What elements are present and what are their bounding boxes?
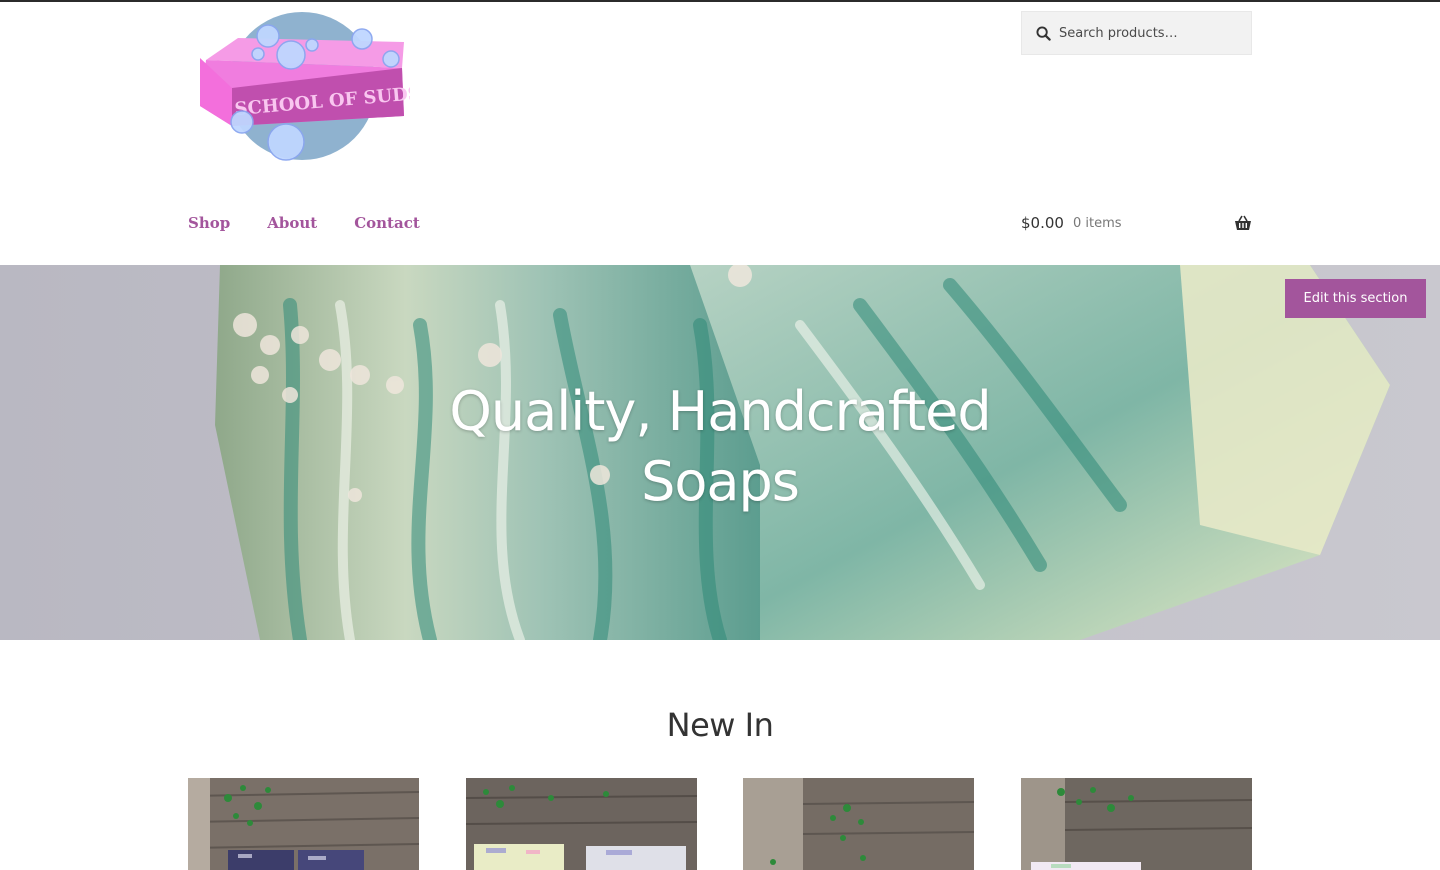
product-image xyxy=(466,778,697,870)
cart-count: 0 items xyxy=(1072,215,1122,231)
hero-banner: Quality, Handcrafted Soaps Edit this sec… xyxy=(0,265,1440,640)
logo-image: SCHOOL OF SUDS xyxy=(200,12,422,161)
hero-title-line-2: Soaps xyxy=(641,450,800,513)
new-in-heading: New In xyxy=(666,706,774,744)
product-image xyxy=(743,778,974,870)
product-card-3[interactable] xyxy=(743,778,974,870)
edit-section-button[interactable]: Edit this section xyxy=(1285,279,1426,318)
hero-title: Quality, Handcrafted Soaps xyxy=(0,377,1440,517)
search-icon xyxy=(1036,25,1051,41)
nav-item-shop[interactable]: Shop xyxy=(188,214,230,232)
product-image xyxy=(188,778,419,870)
nav-item-about[interactable]: About xyxy=(267,214,317,232)
product-card-2[interactable] xyxy=(466,778,697,870)
product-card-1[interactable] xyxy=(188,778,419,870)
hero-title-line-1: Quality, Handcrafted xyxy=(449,380,991,443)
header-cart[interactable]: $0.00 0 items xyxy=(1021,214,1252,232)
top-border xyxy=(0,0,1440,2)
basket-icon[interactable] xyxy=(1234,215,1252,231)
nav-item-contact[interactable]: Contact xyxy=(354,214,420,232)
product-search[interactable] xyxy=(1021,11,1252,55)
product-image xyxy=(1021,778,1252,870)
cart-amount: $0.00 xyxy=(1021,214,1064,232)
primary-navigation: Shop About Contact xyxy=(188,214,420,232)
site-logo[interactable]: SCHOOL OF SUDS xyxy=(196,8,422,166)
search-input[interactable] xyxy=(1059,25,1239,41)
product-card-4[interactable] xyxy=(1021,778,1252,870)
